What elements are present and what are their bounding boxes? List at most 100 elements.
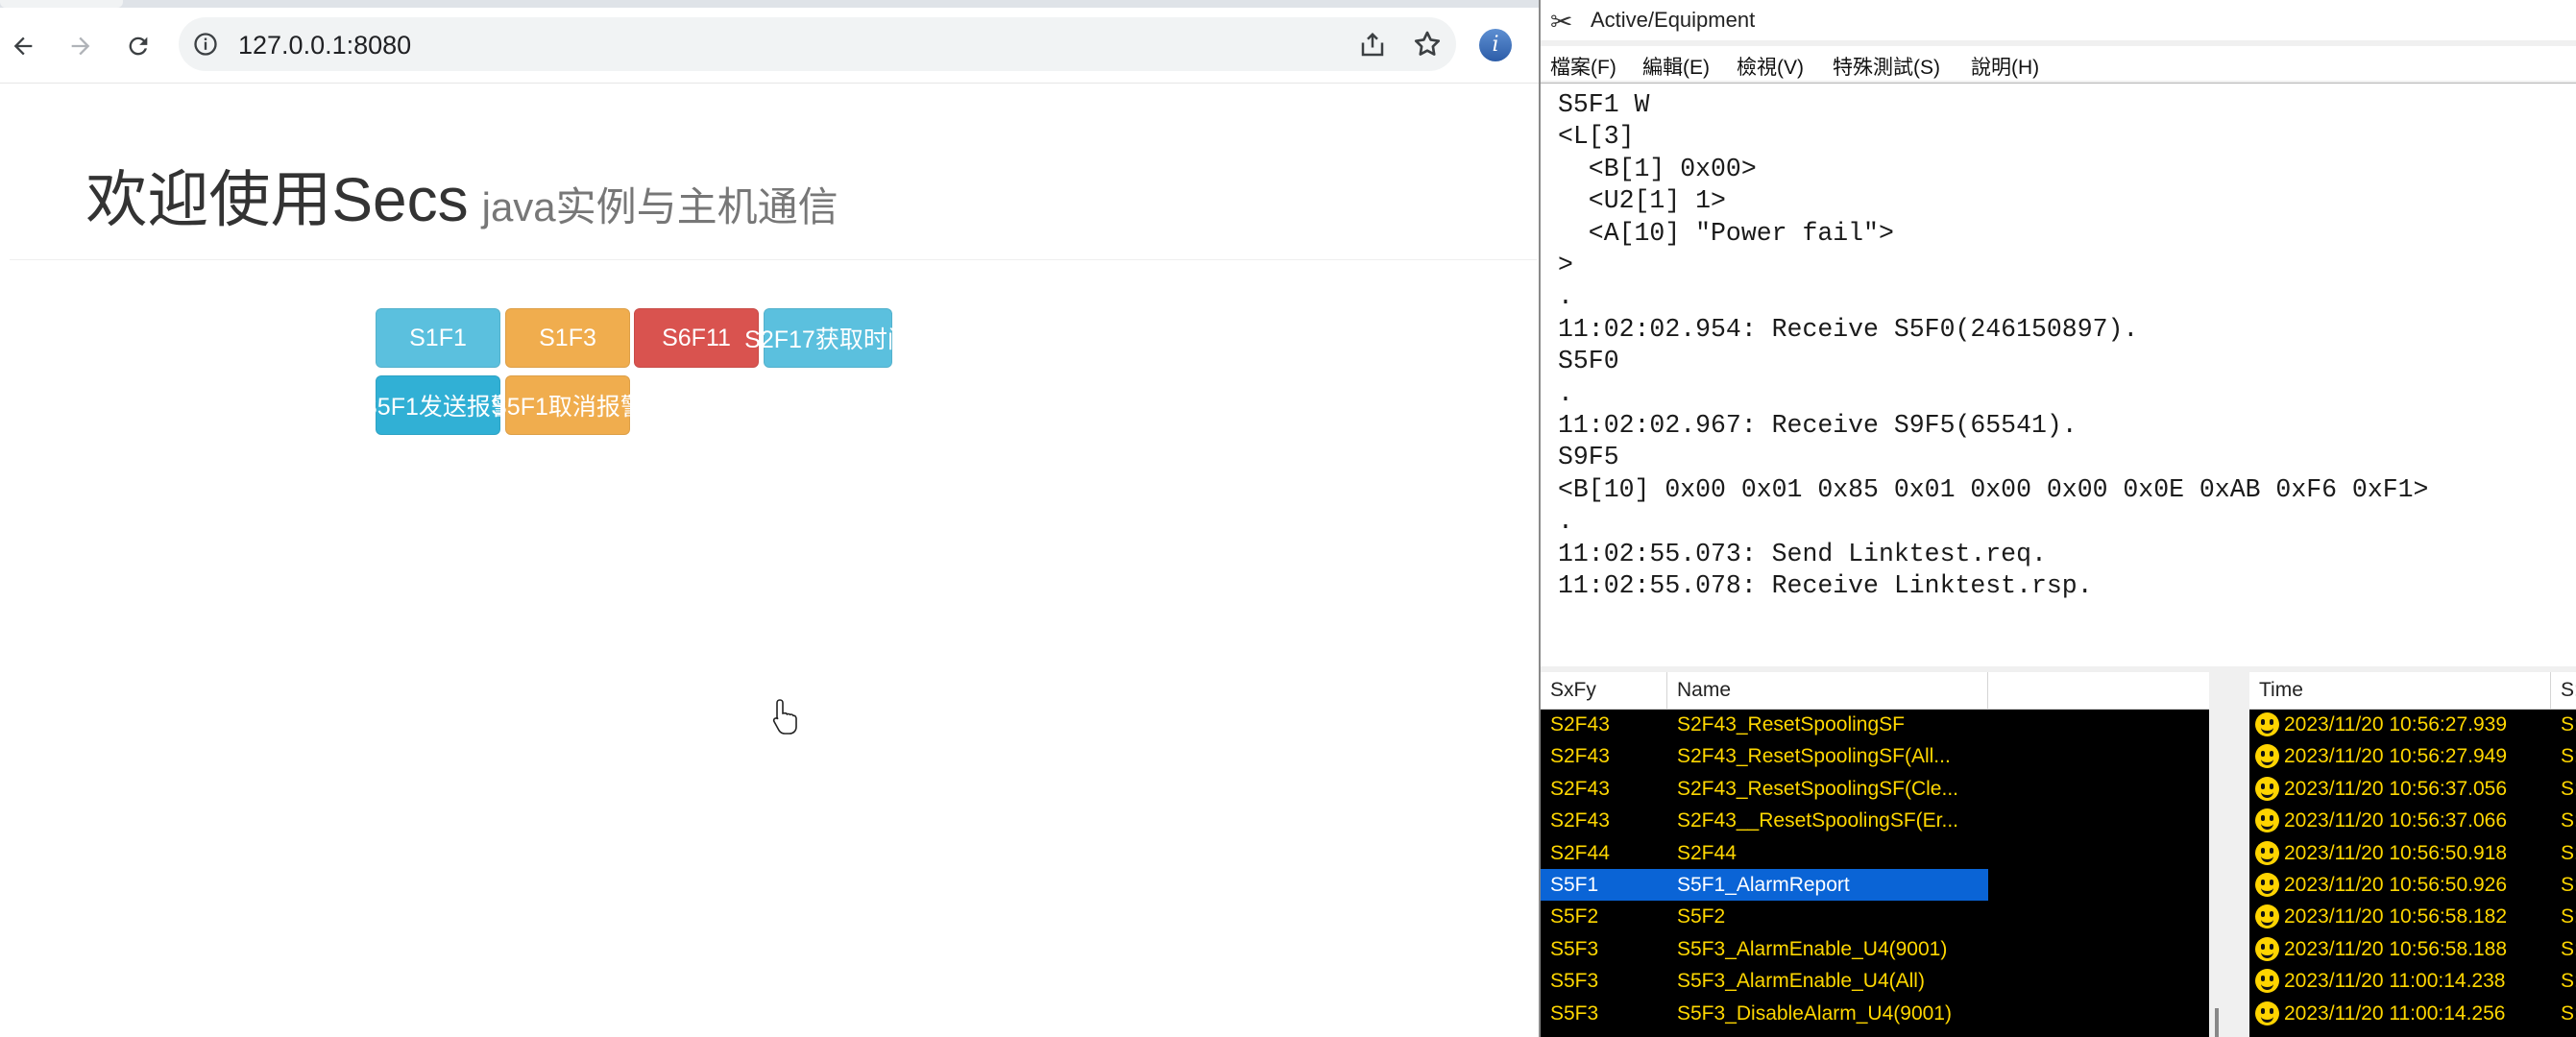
row-time: 2023/11/20 10:56:50.926 <box>2284 873 2507 896</box>
row-s: S: <box>2561 970 2576 993</box>
active-tab[interactable] <box>0 0 123 8</box>
menu-help[interactable]: 說明(H) <box>1971 52 2039 81</box>
column-header-time[interactable]: Time <box>2249 672 2551 709</box>
log-line: . <box>1558 378 1573 408</box>
row-sxfy: S5F3 <box>1550 1001 1599 1025</box>
history-row[interactable]: 2023/11/20 10:56:50.926 S: <box>2249 869 2576 901</box>
history-row[interactable]: 2023/11/20 10:56:37.066 S: <box>2249 805 2576 836</box>
menu-view[interactable]: 檢視(V) <box>1737 52 1804 81</box>
row-s: S: <box>2561 873 2576 896</box>
share-icon[interactable] <box>1358 31 1387 60</box>
row-sxfy: S5F3 <box>1550 937 1599 960</box>
browser-toolbar: 127.0.0.1:8080 i <box>0 8 1539 84</box>
smiley-icon <box>2255 840 2279 865</box>
history-row[interactable]: 2023/11/20 10:56:50.918 S: <box>2249 837 2576 869</box>
menu-special-test[interactable]: 特殊測試(S) <box>1833 52 1940 81</box>
row-time: 2023/11/20 10:56:37.056 <box>2284 777 2507 800</box>
list-row[interactable]: S2F43 S2F43_ResetSpoolingSF <box>1541 709 2209 740</box>
message-log[interactable]: S5F1 W <L[3] <B[1] 0x00> <U2[1] 1> <A[10… <box>1541 83 2576 667</box>
list-row[interactable]: S5F3 S5F3_AlarmEnable_U4(All) <box>1541 965 2209 997</box>
history-list[interactable]: Time S: 2023/11/20 10:56:27.939S:2023/11… <box>2249 672 2576 1037</box>
row-sxfy: S2F43 <box>1550 713 1610 736</box>
smiley-icon <box>2255 712 2279 736</box>
divider <box>10 259 1537 260</box>
history-row[interactable]: 2023/11/20 10:56:27.939 S: <box>2249 709 2576 740</box>
log-line: 11:02:55.078: Receive Linktest.rsp. <box>1558 571 2093 601</box>
equipment-window: ✂ Active/Equipment 檔案(F) 編輯(E) 檢視(V) 特殊測… <box>1539 0 2576 1037</box>
smiley-icon <box>2255 936 2279 961</box>
tab-strip <box>0 0 1539 8</box>
row-sxfy: S5F3 <box>1550 970 1599 993</box>
arrow-left-icon <box>13 36 33 56</box>
url-text[interactable]: 127.0.0.1:8080 <box>238 31 411 60</box>
cancel-alarm-button[interactable]: S5F1取消报警 <box>491 375 644 435</box>
extension-icon[interactable]: i <box>1479 29 1512 61</box>
button-0[interactable]: S1F1 <box>376 308 500 368</box>
row-name: S5F1_AlarmReport <box>1677 873 1850 896</box>
list-row[interactable]: S5F2 S5F2 <box>1541 901 2209 932</box>
reload-button[interactable] <box>119 27 158 65</box>
list-scrollbar[interactable] <box>2209 672 2226 1037</box>
info-icon[interactable] <box>192 31 219 58</box>
row-time: 2023/11/20 10:56:27.949 <box>2284 745 2507 768</box>
smiley-icon <box>2255 744 2279 769</box>
smiley-icon <box>2255 904 2279 929</box>
row-time: 2023/11/20 11:00:14.238 <box>2284 970 2506 993</box>
menu-bar: 檔案(F) 編輯(E) 檢視(V) 特殊測試(S) 說明(H) <box>1541 46 2576 81</box>
log-line: <B[10] 0x00 0x01 0x85 0x01 0x00 0x00 0x0… <box>1558 474 2429 504</box>
column-header-sxfy[interactable]: SxFy <box>1541 672 1667 709</box>
row-s: S: <box>2561 809 2576 832</box>
row-s: S: <box>2561 745 2576 768</box>
row-s: S: <box>2561 1001 2576 1025</box>
row-name: S5F3_AlarmEnable_U4(9001) <box>1677 937 1948 960</box>
row-name: S5F2 <box>1677 905 1726 928</box>
row-s: S: <box>2561 777 2576 800</box>
menu-edit[interactable]: 編輯(E) <box>1642 52 1710 81</box>
log-text: S5F1 W <L[3] <B[1] 0x00> <U2[1] 1> <A[10… <box>1558 89 2428 603</box>
history-row[interactable]: 2023/11/20 11:00:14.238 S: <box>2249 965 2576 997</box>
forward-button[interactable] <box>61 27 100 65</box>
list-row[interactable]: S5F3 S5F3_AlarmEnable_U4(9001) <box>1541 933 2209 965</box>
list-row[interactable]: S5F3 S5F3_DisableAlarm_U4(9001) <box>1541 998 2209 1029</box>
button-1[interactable]: S1F3 <box>505 308 630 368</box>
history-row[interactable]: 2023/11/20 10:56:58.188 S: <box>2249 933 2576 965</box>
smiley-icon <box>2255 808 2279 833</box>
web-page: 欢迎使用Secs java实例与主机通信 S1F1 S1F3 S6F11 S2F17获取… <box>0 84 1539 1037</box>
send-alarm-button[interactable]: S5F1发送报警 <box>361 375 515 435</box>
scrollbar-thumb[interactable] <box>2215 1008 2219 1037</box>
history-row[interactable]: 2023/11/20 11:00:14.256 S: <box>2249 998 2576 1029</box>
log-line: <U2[1] 1> <box>1558 186 1726 216</box>
back-button[interactable] <box>4 27 42 65</box>
row-time: 2023/11/20 10:56:27.939 <box>2284 713 2507 736</box>
row-name: S2F43_ResetSpoolingSF(Cle... <box>1677 777 1958 800</box>
history-row[interactable]: 2023/11/20 10:56:58.182 S: <box>2249 901 2576 932</box>
row-sxfy: S2F44 <box>1550 841 1610 864</box>
page-header: 欢迎使用Secs java实例与主机通信 <box>0 151 1539 239</box>
log-line: > <box>1558 251 1573 280</box>
log-line: . <box>1558 507 1573 537</box>
row-name: S2F43_ResetSpoolingSF <box>1677 713 1905 736</box>
message-list[interactable]: SxFy Name S2F43 S2F43_ResetSpoolingSF S2F4… <box>1541 672 2209 1037</box>
list-row[interactable]: S2F43 S2F43__ResetSpoolingSF(Er... <box>1541 805 2209 836</box>
list-row[interactable]: S2F43 S2F43_ResetSpoolingSF(Cle... <box>1541 773 2209 805</box>
page-subtitle: java实例与主机通信 <box>481 184 838 229</box>
list-row-selected[interactable]: S5F1 S5F1_AlarmReport <box>1541 868 2209 901</box>
log-line: 11:02:02.954: Receive S5F0(246150897). <box>1558 314 2139 344</box>
star-icon[interactable] <box>1412 29 1443 60</box>
row-s: S: <box>2561 905 2576 928</box>
history-row[interactable]: 2023/11/20 10:56:37.056 S: <box>2249 773 2576 805</box>
list-row[interactable]: S2F44 S2F44 <box>1541 837 2209 869</box>
address-bar[interactable]: 127.0.0.1:8080 <box>179 17 1456 71</box>
log-line: S5F0 <box>1558 347 1619 376</box>
row-time: 2023/11/20 10:56:37.066 <box>2284 809 2507 832</box>
menu-file[interactable]: 檔案(F) <box>1550 52 1616 81</box>
row-sxfy: S2F43 <box>1550 777 1610 800</box>
column-header-s[interactable]: S: <box>2551 672 2576 709</box>
smiley-icon <box>2255 969 2279 994</box>
button-3[interactable]: S2F17获取时间 <box>744 308 911 368</box>
list-row[interactable]: S2F43 S2F43_ResetSpoolingSF(All... <box>1541 740 2209 772</box>
row-name: S5F3_DisableAlarm_U4(9001) <box>1677 1001 1952 1025</box>
column-header-name[interactable]: Name <box>1667 672 1988 709</box>
history-row[interactable]: 2023/11/20 10:56:27.949 S: <box>2249 740 2576 772</box>
button-2[interactable]: S6F11 <box>634 308 759 368</box>
